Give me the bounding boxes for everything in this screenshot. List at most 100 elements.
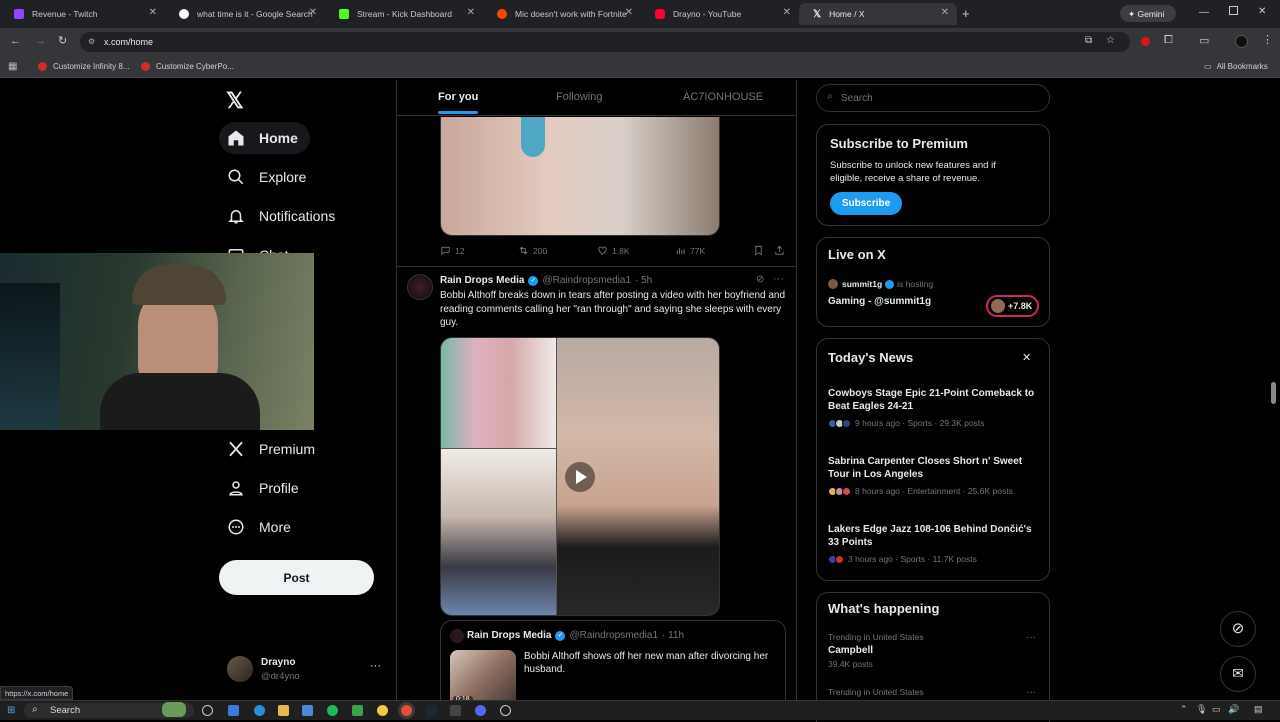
nav-profile[interactable]: Profile [219, 472, 311, 504]
url-bar[interactable]: ⚙ x.com/home ⧉ ☆ [80, 32, 1130, 52]
gemini-button[interactable]: ✦ Gemini [1120, 5, 1176, 22]
close-icon[interactable]: ✕ [309, 7, 317, 18]
post-author-avatar[interactable] [407, 274, 433, 300]
post-more-icon[interactable]: ··· [773, 273, 784, 285]
extensions-puzzle-icon[interactable]: ⧠ [1164, 34, 1173, 47]
nav-notifications[interactable]: Notifications [219, 200, 347, 232]
browser-tab[interactable]: Drayno - YouTube ✕ [641, 3, 799, 25]
x-logo-icon[interactable]: 𝕏 [226, 88, 244, 114]
microphone-icon[interactable]: 🎙 [1196, 704, 1207, 715]
news-item[interactable]: Lakers Edge Jazz 108-106 Behind Dončić's… [828, 523, 1040, 564]
grok-icon[interactable]: ⊘ [756, 274, 764, 285]
new-tab-button[interactable]: + [962, 6, 970, 21]
site-info-icon[interactable]: ⚙ [88, 37, 95, 46]
browser-tab[interactable]: what time is it - Google Search ✕ [165, 3, 325, 25]
share-action[interactable] [774, 245, 789, 256]
install-app-icon[interactable]: ⧉ [1085, 35, 1092, 46]
nav-home[interactable]: Home [219, 122, 310, 154]
windows-start-icon[interactable]: ⊞ [7, 705, 15, 716]
volume-icon[interactable]: 🔊 [1228, 704, 1239, 715]
taskbar-search[interactable]: ⌕ Search [24, 702, 194, 718]
window-close-button[interactable]: ✕ [1258, 6, 1266, 17]
browser-tab[interactable]: Revenue - Twitch ✕ [0, 3, 165, 25]
forward-icon[interactable]: → [35, 35, 46, 47]
nav-premium[interactable]: Premium [219, 433, 327, 465]
discord-icon[interactable] [475, 705, 486, 716]
news-item[interactable]: Cowboys Stage Epic 21-Point Comeback to … [828, 387, 1040, 428]
app-icon[interactable] [450, 705, 461, 716]
app-icon[interactable] [352, 705, 363, 716]
app-icon[interactable] [500, 705, 511, 716]
bookmark-star-icon[interactable]: ☆ [1106, 35, 1115, 46]
messages-icon[interactable]: ✉ [1220, 656, 1256, 692]
apps-grid-icon[interactable]: ▦ [8, 61, 17, 72]
close-icon[interactable]: ✕ [149, 7, 157, 18]
browser-tab-active[interactable]: 𝕏 Home / X ✕ [799, 3, 957, 25]
repost-action[interactable]: 200 [518, 245, 547, 256]
minimize-button[interactable]: — [1199, 7, 1209, 18]
views-action[interactable]: 77K [675, 245, 705, 256]
trend-more-icon[interactable]: ··· [1026, 687, 1036, 698]
post-author[interactable]: Rain Drops Media [440, 275, 524, 286]
tab-ac7ionhouse[interactable]: AC7IONHOUSE [683, 91, 763, 103]
tray-chevron-icon[interactable]: ⌃ [1180, 704, 1188, 715]
post-video[interactable] [440, 337, 720, 616]
like-action[interactable]: 1.8K [597, 245, 630, 256]
profile-avatar[interactable] [1235, 35, 1248, 48]
close-icon[interactable]: ✕ [1022, 351, 1031, 364]
nav-more[interactable]: More [219, 511, 303, 543]
premium-body: Subscribe to unlock new features and if … [830, 160, 996, 184]
task-view-icon[interactable] [202, 705, 213, 716]
trend-item[interactable]: Trending in United States ··· [828, 687, 1040, 698]
browser-menu-icon[interactable]: ⋮ [1262, 33, 1273, 46]
close-icon[interactable]: ✕ [783, 7, 791, 18]
side-panel-icon[interactable]: ▭ [1199, 34, 1209, 47]
steam-icon[interactable] [426, 705, 437, 716]
live-host-row[interactable]: summit1g is hosting [828, 279, 933, 289]
chrome-icon[interactable] [401, 705, 412, 716]
back-icon[interactable]: ← [10, 35, 21, 47]
browser-tab[interactable]: Stream - Kick Dashboard ✕ [325, 3, 483, 25]
play-button[interactable] [565, 462, 595, 492]
reply-action[interactable]: 12 [440, 245, 464, 256]
spotify-icon[interactable] [327, 705, 338, 716]
more-dots-icon[interactable]: ··· [370, 660, 381, 672]
network-icon[interactable]: ▭ [1212, 704, 1221, 715]
subscribe-button[interactable]: Subscribe [830, 192, 902, 215]
edge-icon[interactable] [254, 705, 265, 716]
close-icon[interactable]: ✕ [941, 7, 949, 18]
live-stream-title[interactable]: Gaming - @summit1g [828, 296, 931, 307]
avatar [842, 486, 851, 496]
tab-following[interactable]: Following [556, 91, 602, 103]
bookmark-item[interactable]: Customize Infinity 8... [38, 62, 129, 71]
close-icon[interactable]: ✕ [467, 7, 475, 18]
trend-item[interactable]: Trending in United States Campbell 39.4K… [828, 632, 1040, 669]
post-time[interactable]: · 5h [635, 275, 652, 286]
maximize-button[interactable] [1229, 6, 1238, 15]
grok-float-icon[interactable]: ⊘ [1220, 611, 1256, 647]
nav-explore[interactable]: Explore [219, 161, 318, 193]
trend-more-icon[interactable]: ··· [1026, 632, 1036, 643]
post-handle[interactable]: @Raindropsmedia1 [542, 275, 631, 286]
extension-icon[interactable] [1141, 37, 1150, 46]
file-explorer-icon[interactable] [278, 705, 289, 716]
search-input[interactable]: ⌕ Search [816, 84, 1050, 112]
reload-icon[interactable]: ↻ [58, 34, 67, 47]
browser-tab[interactable]: Mic doesn't work with Fortnite ✕ [483, 3, 641, 25]
store-icon[interactable] [302, 705, 313, 716]
previous-post-media[interactable] [440, 117, 720, 236]
nav-label: Notifications [259, 208, 336, 224]
post-button[interactable]: Post [219, 560, 374, 595]
quoted-post[interactable]: Rain Drops Media ✓ @Raindropsmedia1 · 11… [440, 620, 786, 710]
notification-center-icon[interactable]: ▤ [1254, 704, 1263, 715]
bookmark-action[interactable] [753, 245, 768, 256]
app-icon[interactable] [228, 705, 239, 716]
close-icon[interactable]: ✕ [625, 7, 633, 18]
news-item[interactable]: Sabrina Carpenter Closes Short n' Sweet … [828, 455, 1040, 496]
all-bookmarks[interactable]: ▭ All Bookmarks [1204, 62, 1268, 71]
tab-for-you[interactable]: For you [438, 91, 479, 114]
app-icon[interactable] [377, 705, 388, 716]
bookmark-item[interactable]: Customize CyberPo... [141, 62, 234, 71]
page-scrollbar[interactable] [1271, 382, 1276, 404]
live-viewer-pill[interactable]: +7.8K [986, 295, 1039, 317]
